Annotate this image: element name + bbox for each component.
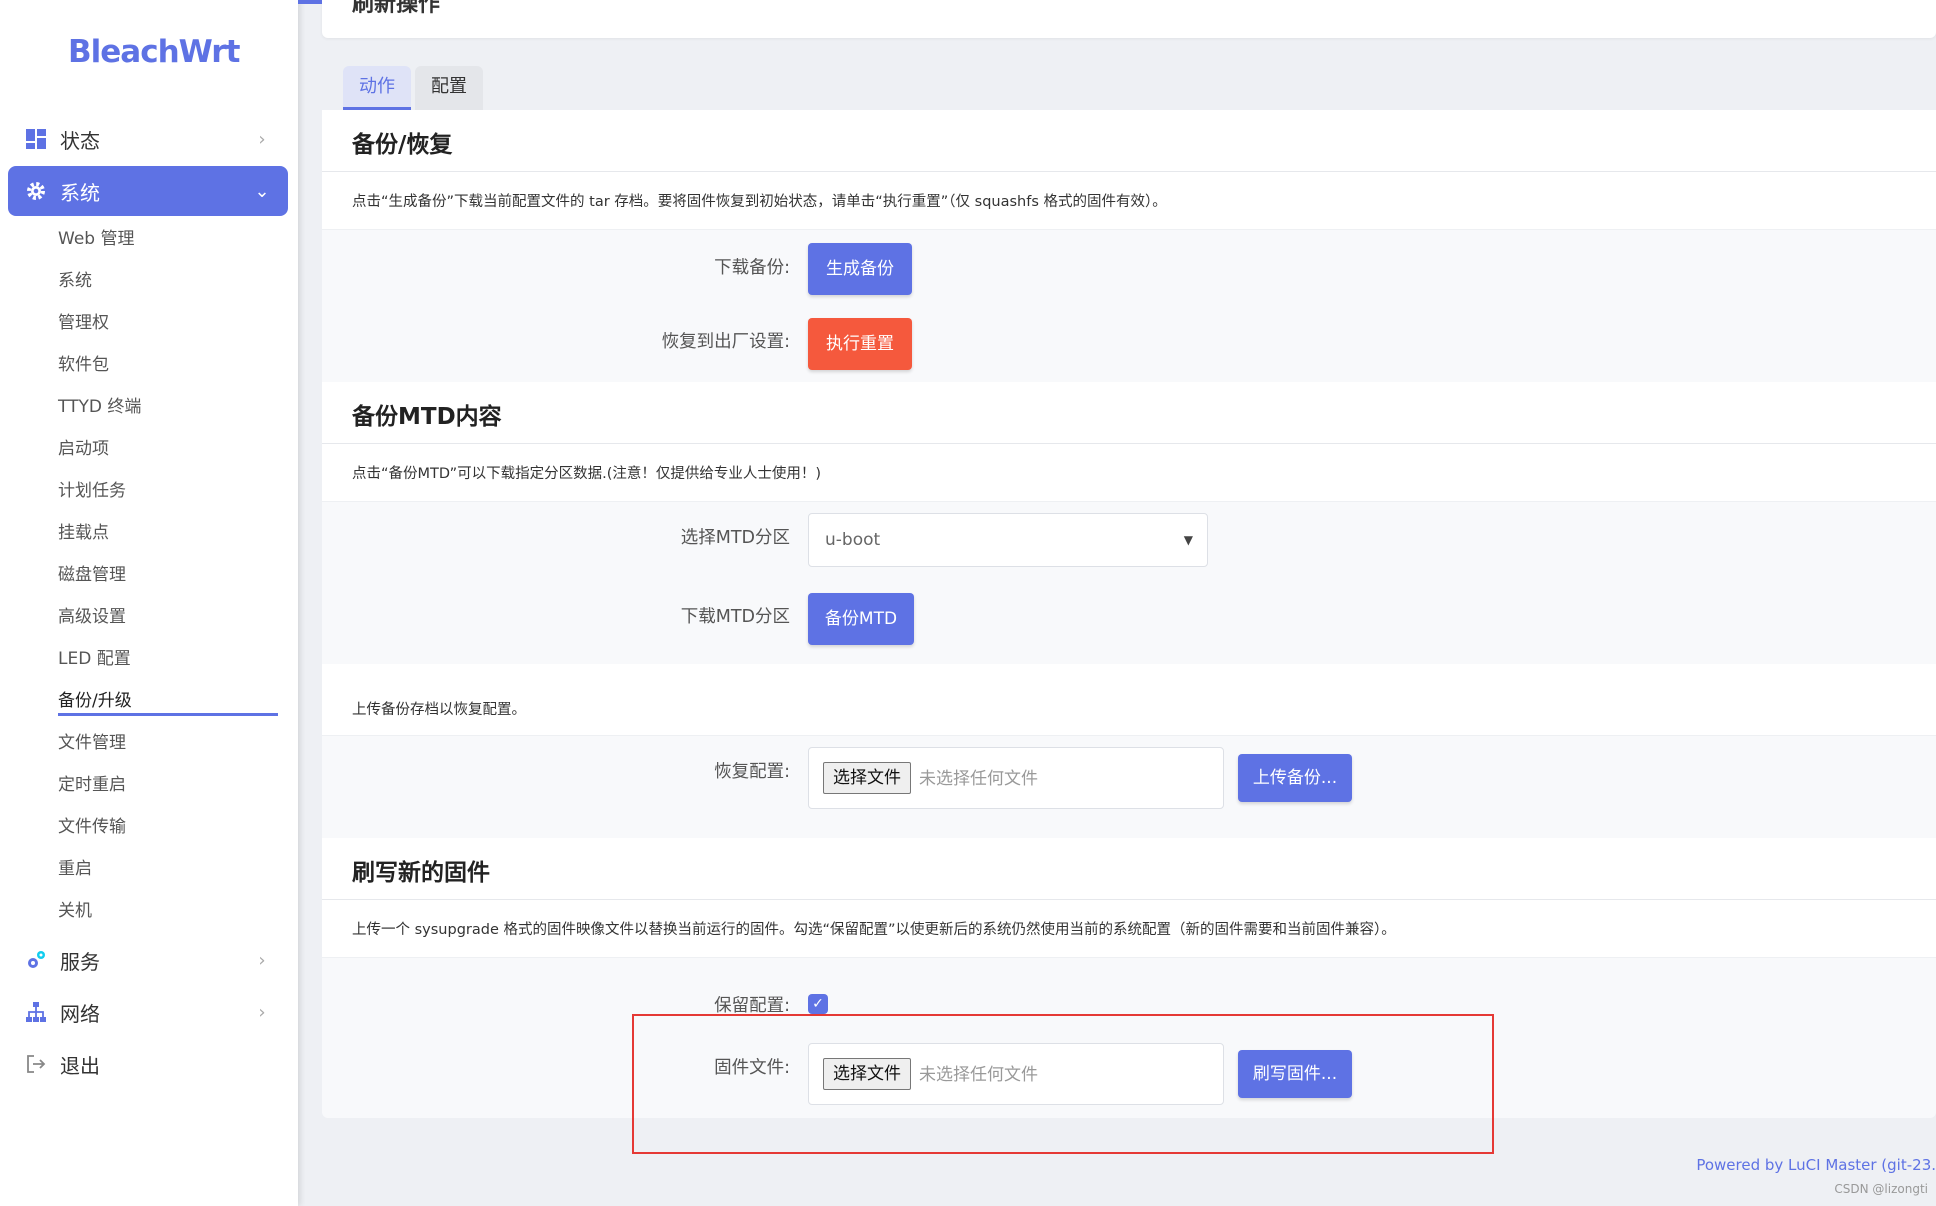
nav-network-label: 网络: [60, 1001, 100, 1026]
factory-reset-label: 恢复到出厂设置:: [661, 332, 790, 352]
nav-system[interactable]: 系统 ⌄: [8, 166, 288, 216]
perform-reset-button[interactable]: 执行重置: [808, 318, 912, 370]
restore-no-file-text: 未选择任何文件: [919, 769, 1038, 789]
restore-description: 上传备份存档以恢复配置。: [352, 702, 526, 718]
footer-powered-by[interactable]: Powered by LuCI Master (git-23.: [1696, 1156, 1936, 1174]
header-accent: [298, 0, 322, 4]
mtd-partition-value: u-boot: [825, 530, 881, 550]
section-flash-header: 刷写新的固件: [322, 838, 1936, 900]
nav-status[interactable]: 状态 ›: [8, 114, 288, 164]
checkmark-icon: ✓: [812, 996, 824, 1012]
caret-down-icon: ▼: [1183, 533, 1193, 547]
main-panel: 备份/恢复 点击“生成备份”下载当前配置文件的 tar 存档。要将固件恢复到初始…: [322, 110, 1936, 1118]
sidebar-item-mounts[interactable]: 挂载点: [58, 516, 278, 550]
tab-config[interactable]: 配置: [415, 66, 483, 110]
chevron-down-icon: ⌄: [254, 180, 270, 202]
nav-logout-label: 退出: [60, 1053, 100, 1078]
sidebar-item-disks[interactable]: 磁盘管理: [58, 558, 278, 592]
sidebar-item-system[interactable]: 系统: [58, 264, 278, 298]
chevron-right-icon: ›: [258, 128, 266, 150]
download-backup-label: 下载备份:: [714, 258, 790, 278]
dashboard-icon: [24, 127, 48, 151]
sidebar-item-admin[interactable]: 管理权: [58, 306, 278, 340]
backup-mtd-button[interactable]: 备份MTD: [808, 593, 914, 645]
nav-system-label: 系统: [60, 180, 100, 205]
section-backup-desc: 点击“生成备份”下载当前配置文件的 tar 存档。要将固件恢复到初始状态，请单击…: [322, 172, 1936, 230]
nav-logout[interactable]: 退出: [8, 1039, 288, 1089]
mtd-description: 点击“备份MTD”可以下载指定分区数据.(注意！仅提供给专业人士使用！): [352, 466, 822, 482]
section-flash-title: 刷写新的固件: [352, 860, 490, 886]
nav-status-label: 状态: [60, 128, 100, 153]
upload-backup-button[interactable]: 上传备份...: [1238, 754, 1352, 802]
brand-logo[interactable]: BleachWrt: [68, 34, 240, 70]
section-mtd-header: 备份MTD内容: [322, 382, 1936, 444]
chevron-right-icon: ›: [258, 1001, 266, 1023]
network-tree-icon: [24, 1000, 48, 1024]
restore-choose-file-button[interactable]: 选择文件: [823, 762, 911, 794]
keep-config-checkbox[interactable]: ✓: [808, 994, 828, 1014]
page-title: 刷新操作: [352, 0, 441, 17]
sidebar: BleachWrt 状态 › 系统 ⌄ Web 管理 系统 管理权 软件包 TT…: [0, 0, 298, 1206]
restore-config-label: 恢复配置:: [714, 762, 790, 782]
sidebar-item-backup-upgrade[interactable]: 备份/升级: [58, 686, 278, 716]
restore-file-input[interactable]: 选择文件 未选择任何文件: [808, 747, 1224, 809]
section-restore-desc: 上传备份存档以恢复配置。: [322, 664, 1936, 736]
sidebar-item-filetransfer[interactable]: 文件传输: [58, 810, 278, 844]
section-backup-header: 备份/恢复: [322, 110, 1936, 172]
section-backup-title: 备份/恢复: [352, 132, 453, 158]
sidebar-item-reboot[interactable]: 重启: [58, 852, 278, 886]
nav-services-label: 服务: [60, 949, 100, 974]
gear-icon: [24, 179, 48, 203]
sidebar-item-autoreboot[interactable]: 定时重启: [58, 768, 278, 802]
sidebar-item-packages[interactable]: 软件包: [58, 348, 278, 382]
sidebar-item-advanced[interactable]: 高级设置: [58, 600, 278, 634]
mtd-select-label: 选择MTD分区: [680, 528, 790, 548]
sidebar-item-shutdown[interactable]: 关机: [58, 894, 278, 928]
page-header: 刷新操作: [298, 0, 1936, 38]
services-gears-icon: [24, 948, 48, 972]
sidebar-item-ttyd[interactable]: TTYD 终端: [58, 390, 278, 424]
sidebar-item-web-admin[interactable]: Web 管理: [58, 222, 278, 256]
sidebar-item-filemanager[interactable]: 文件管理: [58, 726, 278, 760]
chevron-right-icon: ›: [258, 949, 266, 971]
mtd-download-label: 下载MTD分区: [680, 607, 790, 627]
sidebar-item-crontab[interactable]: 计划任务: [58, 474, 278, 508]
nav-services[interactable]: 服务 ›: [8, 935, 288, 985]
nav-network[interactable]: 网络 ›: [8, 987, 288, 1037]
section-mtd-desc: 点击“备份MTD”可以下载指定分区数据.(注意！仅提供给专业人士使用！): [322, 444, 1936, 502]
tab-bar: 动作 配置: [343, 66, 487, 110]
sidebar-item-startup[interactable]: 启动项: [58, 432, 278, 466]
annotation-highlight-box: [632, 1014, 1494, 1154]
backup-description: 点击“生成备份”下载当前配置文件的 tar 存档。要将固件恢复到初始状态，请单击…: [352, 194, 1167, 210]
section-mtd-title: 备份MTD内容: [352, 404, 502, 430]
tab-actions[interactable]: 动作: [343, 66, 411, 110]
section-flash-desc: 上传一个 sysupgrade 格式的固件映像文件以替换当前运行的固件。勾选“保…: [322, 900, 1936, 958]
mtd-partition-select[interactable]: u-boot ▼: [808, 513, 1208, 567]
logout-icon: [24, 1052, 48, 1076]
sidebar-item-led[interactable]: LED 配置: [58, 642, 278, 676]
generate-backup-button[interactable]: 生成备份: [808, 243, 912, 295]
watermark: CSDN @lizongti: [1834, 1182, 1928, 1196]
flash-description: 上传一个 sysupgrade 格式的固件映像文件以替换当前运行的固件。勾选“保…: [352, 922, 1396, 938]
